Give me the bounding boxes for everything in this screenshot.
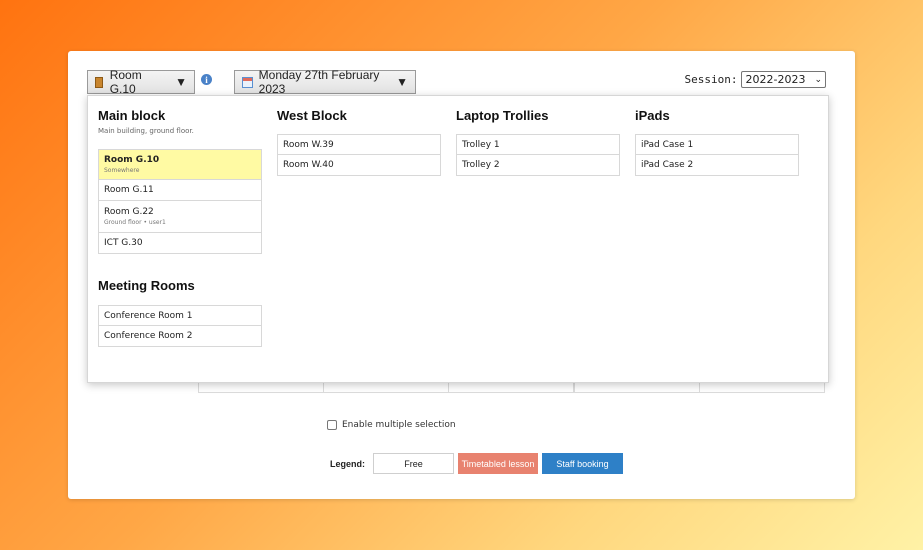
- caret-down-icon: ▼: [175, 75, 187, 89]
- chevron-down-icon: ⌄: [814, 74, 822, 85]
- timetable-cell: [699, 382, 825, 393]
- room-item-ipad-case-1[interactable]: iPad Case 1: [635, 134, 799, 155]
- date-select-button[interactable]: Monday 27th February 2023 ▼: [234, 68, 416, 96]
- room-name: iPad Case 1: [641, 139, 694, 150]
- legend-free: Free: [373, 453, 454, 474]
- multi-select-toggle[interactable]: Enable multiple selection: [327, 420, 456, 430]
- group-title-meeting-rooms: Meeting Rooms: [98, 278, 195, 293]
- group-title-main-block: Main block: [98, 108, 166, 123]
- group-title-laptop-trollies: Laptop Trollies: [456, 108, 549, 123]
- room-name: Room W.40: [283, 160, 334, 170]
- room-item-trolley-1[interactable]: Trolley 1: [456, 134, 620, 155]
- legend-timetabled-lesson: Timetabled lesson: [458, 453, 538, 474]
- room-name: Room G.22: [104, 207, 154, 217]
- room-item-w40[interactable]: Room W.40: [277, 155, 441, 176]
- room-name: Conference Room 1: [104, 310, 193, 321]
- room-subtitle: Somewhere: [104, 167, 140, 174]
- main-card: Room G.10 ▼ i Monday 27th February 2023 …: [68, 51, 855, 499]
- room-name: iPad Case 2: [641, 160, 694, 170]
- session-selector: Session: 2022-2023 ⌄: [684, 71, 826, 88]
- legend-staff-booking: Staff booking: [542, 453, 623, 474]
- door-icon: [95, 76, 103, 88]
- session-label: Session:: [684, 73, 738, 86]
- room-subtitle: Ground floor • user1: [104, 219, 166, 226]
- room-name: ICT G.30: [104, 238, 143, 248]
- date-select-label: Monday 27th February 2023: [258, 68, 380, 96]
- room-name: Conference Room 2: [104, 331, 193, 341]
- room-name: Room W.39: [283, 139, 334, 150]
- group-title-ipads: iPads: [635, 108, 670, 123]
- room-name: Room G.10: [104, 155, 160, 165]
- room-item-w39[interactable]: Room W.39: [277, 134, 441, 155]
- room-item-ipad-case-2[interactable]: iPad Case 2: [635, 155, 799, 176]
- room-item-g22[interactable]: Room G.22 Ground floor • user1: [98, 201, 262, 233]
- room-item-conference-1[interactable]: Conference Room 1: [98, 305, 262, 326]
- room-item-ict-g30[interactable]: ICT G.30: [98, 233, 262, 254]
- room-item-g11[interactable]: Room G.11: [98, 180, 262, 201]
- timetable-cell: [323, 382, 449, 393]
- session-select[interactable]: 2022-2023 ⌄: [741, 71, 826, 88]
- room-name: Trolley 1: [462, 139, 500, 150]
- room-item-conference-2[interactable]: Conference Room 2: [98, 326, 262, 347]
- multi-select-label: Enable multiple selection: [342, 420, 456, 430]
- timetable-cell: [448, 382, 574, 393]
- group-title-west-block: West Block: [277, 108, 347, 123]
- room-select-label: Room G.10: [109, 68, 142, 96]
- room-name: Trolley 2: [462, 160, 500, 170]
- timetable-cell: [574, 382, 700, 393]
- room-item-g10[interactable]: Room G.10 Somewhere: [98, 149, 262, 180]
- room-select-button[interactable]: Room G.10 ▼: [87, 68, 195, 96]
- group-description: Main building, ground floor.: [98, 127, 194, 135]
- legend-label: Legend:: [330, 458, 365, 469]
- caret-down-icon: ▼: [396, 75, 408, 89]
- session-value: 2022-2023: [745, 73, 806, 86]
- timetable-cell: [198, 382, 324, 393]
- info-icon[interactable]: i: [201, 74, 212, 85]
- room-name: Room G.11: [104, 185, 154, 195]
- room-item-trolley-2[interactable]: Trolley 2: [456, 155, 620, 176]
- multi-select-checkbox[interactable]: [327, 420, 337, 430]
- room-dropdown-panel: Main block Main building, ground floor. …: [87, 95, 829, 383]
- calendar-icon: [242, 76, 253, 88]
